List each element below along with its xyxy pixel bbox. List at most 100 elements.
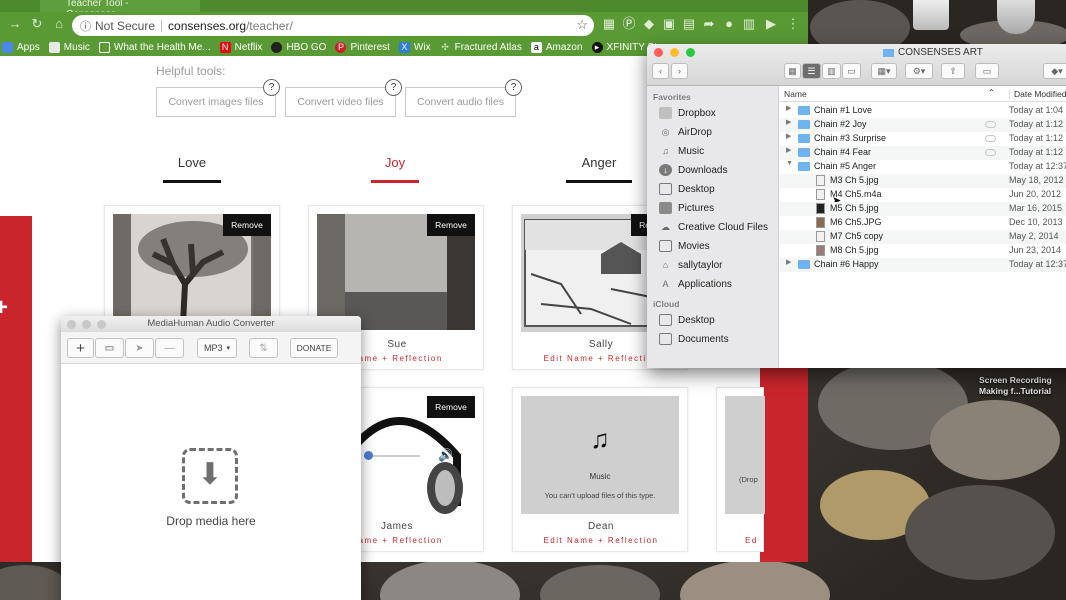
extension-icon[interactable]: ▥ bbox=[740, 15, 758, 33]
arrange-button[interactable]: ▦▾ bbox=[871, 63, 897, 79]
add-folder-icon[interactable]: ▭ bbox=[95, 338, 124, 358]
sidebar-item-airdrop[interactable]: ◎ AirDrop bbox=[659, 123, 712, 141]
minimize-button[interactable] bbox=[670, 48, 679, 57]
disclosure-triangle-icon[interactable]: ▶ bbox=[786, 118, 791, 126]
home-icon[interactable]: ⌂ bbox=[50, 15, 68, 33]
bookmark-item[interactable]: ✣ Fractured Atlas bbox=[440, 42, 522, 53]
zoom-button[interactable] bbox=[97, 320, 106, 329]
tab-joy[interactable]: Joy bbox=[371, 155, 419, 170]
convert-audio-button[interactable]: Convert audio files bbox=[405, 87, 516, 117]
icon-view-button[interactable]: ▦ bbox=[784, 63, 801, 79]
forward-button[interactable]: › bbox=[671, 63, 688, 79]
bookmark-item[interactable]: X Wix bbox=[398, 41, 431, 53]
screen-recording-file[interactable]: Screen Recording Making f...Tutorial bbox=[979, 375, 1052, 397]
usb-drive-icon[interactable] bbox=[913, 0, 949, 30]
bookmark-item[interactable]: What the Health Me... bbox=[98, 41, 211, 53]
help-icon[interactable]: ? bbox=[505, 79, 522, 96]
extension-icon[interactable]: ▣ bbox=[660, 15, 678, 33]
extension-icon[interactable]: ● bbox=[720, 15, 738, 33]
convert-video-button[interactable]: Convert video files bbox=[285, 87, 396, 117]
menu-icon[interactable]: ⋮ bbox=[784, 15, 802, 33]
column-view-button[interactable]: ▥ bbox=[822, 63, 841, 79]
card-name[interactable]: Dean bbox=[513, 521, 689, 532]
list-item[interactable]: M4 Ch5.m4a Jun 20, 2012 ➤ bbox=[780, 188, 1066, 207]
list-item[interactable]: M5 Ch 5.jpg Mar 16, 2015 bbox=[780, 202, 1066, 216]
tab-love[interactable]: Love bbox=[163, 155, 221, 170]
list-item[interactable]: ▶ Chain #6 Happy Today at 12:37 bbox=[780, 258, 1066, 272]
bookmark-item[interactable]: HBO GO bbox=[271, 41, 326, 53]
dropbox-extension-icon[interactable]: ◆ bbox=[640, 15, 658, 33]
bookmark-star-icon[interactable]: ☆ bbox=[576, 17, 588, 33]
zoom-button[interactable] bbox=[686, 48, 695, 57]
name-column-header[interactable]: Name bbox=[784, 89, 807, 99]
sidebar-item-dropbox[interactable]: Dropbox bbox=[659, 104, 716, 122]
list-item[interactable]: M8 Ch 5.jpg Jun 23, 2014 bbox=[780, 244, 1066, 258]
tab-anger[interactable]: Anger bbox=[566, 155, 632, 170]
sort-chevron-icon[interactable]: ⌃ bbox=[988, 88, 995, 97]
remove-button[interactable]: Remove bbox=[427, 214, 475, 236]
sidebar-item-downloads[interactable]: ↓ Downloads bbox=[659, 161, 727, 179]
dropbox-button[interactable]: ◆▾ bbox=[1043, 63, 1066, 79]
date-column-header[interactable]: Date Modified bbox=[1009, 89, 1066, 99]
clear-icon[interactable]: ➤ bbox=[125, 338, 154, 358]
share-button[interactable]: ⇧ bbox=[941, 63, 965, 79]
convert-images-button[interactable]: Convert images files bbox=[156, 87, 276, 117]
list-item[interactable]: ▶ Chain #2 Joy Today at 1:12 bbox=[780, 118, 1066, 132]
disclosure-triangle-icon[interactable]: ▶ bbox=[786, 132, 791, 140]
info-icon[interactable]: ⓘ bbox=[80, 18, 91, 34]
sidebar-item-icloud-desktop[interactable]: Desktop bbox=[659, 311, 715, 329]
gallery-view-button[interactable]: ▭ bbox=[842, 63, 861, 79]
hard-drive-icon[interactable] bbox=[997, 0, 1035, 34]
drop-zone[interactable]: ⬇ Drop media here bbox=[61, 364, 361, 600]
sidebar-item-music[interactable]: ♫ Music bbox=[659, 142, 704, 160]
bookmark-item[interactable]: a Amazon bbox=[530, 41, 583, 53]
list-view-button[interactable]: ☰ bbox=[802, 63, 821, 79]
format-select[interactable]: MP3 ▾ bbox=[197, 338, 237, 358]
add-files-button[interactable]: + bbox=[67, 338, 94, 358]
seek-handle[interactable] bbox=[364, 451, 373, 460]
tags-button[interactable]: ▭ bbox=[975, 63, 999, 79]
disclosure-triangle-icon[interactable]: ▶ bbox=[786, 104, 791, 112]
donate-button[interactable]: DONATE bbox=[290, 338, 338, 358]
bookmark-item[interactable]: P Pinterest bbox=[335, 41, 390, 53]
close-button[interactable] bbox=[654, 48, 663, 57]
audio-player[interactable]: 🔊 bbox=[364, 448, 454, 464]
list-item[interactable]: M3 Ch 5.jpg May 18, 2012 bbox=[780, 174, 1066, 188]
list-item[interactable]: ▼ Chain #5 Anger Today at 12:37 bbox=[780, 160, 1066, 174]
sidebar-item-icloud-documents[interactable]: Documents bbox=[659, 330, 729, 348]
share-extension-icon[interactable]: ➦ bbox=[700, 15, 718, 33]
pinterest-extension-icon[interactable]: Ⓟ bbox=[620, 15, 638, 33]
reload-icon[interactable]: ↻ bbox=[28, 15, 46, 33]
sidebar-item-desktop[interactable]: Desktop bbox=[659, 180, 715, 198]
remove-icon[interactable]: — bbox=[155, 338, 184, 358]
bookmark-item[interactable]: N Netflix bbox=[219, 41, 262, 53]
list-item[interactable]: ▶ Chain #4 Fear Today at 1:12 bbox=[780, 146, 1066, 160]
sidebar-item-creative-cloud[interactable]: ☁ Creative Cloud Files bbox=[659, 218, 768, 236]
disclosure-triangle-icon[interactable]: ▶ bbox=[786, 146, 791, 154]
sidebar-item-applications[interactable]: A Applications bbox=[659, 275, 731, 293]
help-icon[interactable]: ? bbox=[263, 79, 280, 96]
remove-button[interactable]: Remove bbox=[427, 396, 475, 418]
address-bar[interactable]: ⓘ Not Secure consenses.org/teacher/ ☆ bbox=[72, 15, 594, 36]
minimize-button[interactable] bbox=[82, 320, 91, 329]
edit-name-link[interactable]: Edit Name + Reflection bbox=[513, 536, 689, 545]
list-item[interactable]: M7 Ch5 copy May 2, 2014 bbox=[780, 230, 1066, 244]
sidebar-item-movies[interactable]: Movies bbox=[659, 237, 710, 255]
bookmark-item[interactable]: Apps bbox=[2, 41, 40, 53]
volume-icon[interactable]: 🔊 bbox=[438, 448, 453, 462]
media-card[interactable]: ♫ Music You can't upload files of this t… bbox=[512, 387, 688, 552]
action-gear-icon[interactable]: ⚙▾ bbox=[905, 63, 933, 79]
bookmark-item[interactable]: Music bbox=[48, 41, 90, 53]
back-button[interactable]: ‹ bbox=[652, 63, 669, 79]
browser-tab[interactable]: Teacher Tool - Consenses bbox=[40, 0, 200, 20]
help-icon[interactable]: ? bbox=[385, 79, 402, 96]
remove-button[interactable]: Remove bbox=[223, 214, 271, 236]
edit-name-link[interactable]: Ed bbox=[745, 536, 758, 545]
sidebar-item-home[interactable]: ⌂ sallytaylor bbox=[659, 256, 723, 274]
convert-icon[interactable]: ⇅ bbox=[249, 338, 278, 358]
add-icon[interactable]: + bbox=[0, 294, 8, 322]
extension-icon[interactable]: ▤ bbox=[680, 15, 698, 33]
disclosure-triangle-icon[interactable]: ▼ bbox=[786, 160, 793, 167]
disclosure-triangle-icon[interactable]: ▶ bbox=[786, 258, 791, 266]
list-item[interactable]: ▶ Chain #3 Surprise Today at 1:12 bbox=[780, 132, 1066, 146]
